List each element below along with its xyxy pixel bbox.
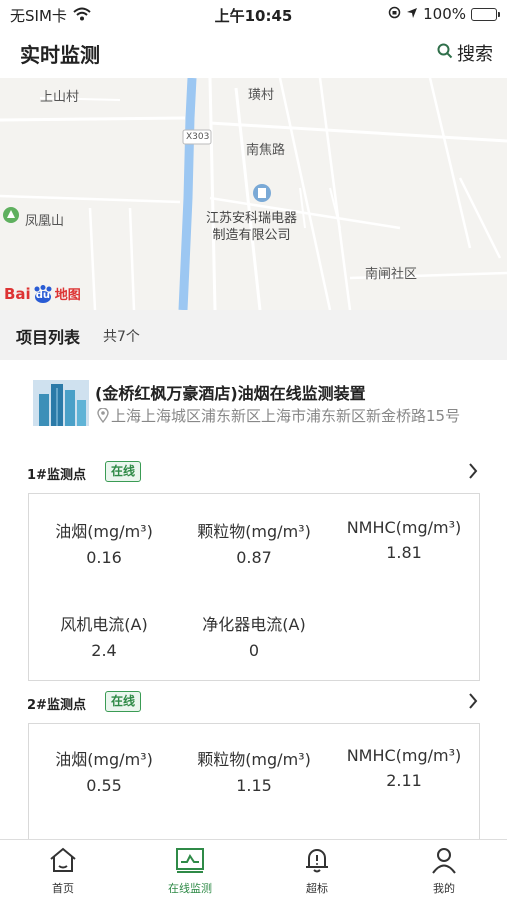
home-icon (0, 846, 126, 878)
metric-label: 油烟(mg/m³) (55, 522, 153, 541)
metric-label: NMHC(mg/m³) (346, 518, 462, 537)
project-list-header: 项目列表 共7个 (0, 310, 507, 360)
metric-value: 0.55 (86, 776, 122, 795)
metric-cell: NMHC(mg/m³) 1.81 (329, 518, 479, 562)
project-thumbnail (33, 380, 89, 426)
location-pin-icon (97, 407, 109, 430)
app-screen: 无SIM卡 上午10:45 100% 实时监测 搜索 上山村 璜村 X303 南… (0, 0, 507, 900)
tab-mine[interactable]: 我的 (381, 840, 507, 900)
metric-cell: 油烟(mg/m³) 0.16 (29, 518, 179, 567)
tab-exceed[interactable]: 超标 (254, 840, 380, 900)
orientation-lock-icon (388, 5, 401, 23)
metric-cell: 颗粒物(mg/m³) 1.15 (179, 746, 329, 795)
metric-cell: NMHC(mg/m³) 2.11 (329, 746, 479, 790)
metric-cell: 净化器电流(A) 0 (179, 611, 329, 660)
status-badge: 在线 (105, 691, 142, 712)
map-road-code: X303 (186, 132, 210, 142)
metric-label: 风机电流(A) (60, 615, 148, 634)
monitoring-point-row-2[interactable]: 2#监测点 在线 (27, 691, 482, 715)
battery-icon (471, 7, 500, 21)
search-label: 搜索 (457, 44, 493, 65)
metric-value: 2.4 (91, 641, 117, 660)
metrics-panel-1: 油烟(mg/m³) 0.16 颗粒物(mg/m³) 0.87 NMHC(mg/m… (28, 493, 480, 681)
search-button[interactable]: 搜索 (437, 40, 493, 66)
project-count: 共7个 (103, 329, 140, 345)
navigation-bar: 实时监测 搜索 (0, 30, 507, 78)
metric-value: 1.81 (386, 543, 422, 562)
project-address: 上海上海城区浦东新区上海市浦东新区新金桥路15号 (97, 405, 492, 430)
map-view[interactable]: 上山村 璜村 X303 南焦路 凤凰山 江苏安科瑞电器 制造有限公司 南闸社区 … (0, 78, 507, 310)
tab-label: 在线监测 (168, 882, 212, 895)
metric-cell: 风机电流(A) 2.4 (29, 611, 179, 660)
map-poi-company[interactable]: 江苏安科瑞电器 制造有限公司 (206, 210, 297, 244)
monitor-icon (127, 846, 253, 878)
baidu-paw-icon: du (32, 284, 54, 303)
monitoring-point-row-1[interactable]: 1#监测点 在线 (27, 461, 482, 485)
location-arrow-icon (406, 5, 418, 23)
alarm-bell-icon (254, 846, 380, 878)
baidu-map-logo: Bai du 地图 (4, 284, 81, 303)
project-name[interactable]: (金桥红枫万豪酒店)油烟在线监测装置 (95, 380, 366, 404)
monitoring-point-name: 2#监测点 (27, 698, 86, 713)
tab-label: 我的 (433, 882, 455, 895)
metric-cell: 颗粒物(mg/m³) 0.87 (179, 518, 329, 567)
status-badge: 在线 (105, 461, 142, 482)
status-bar: 无SIM卡 上午10:45 100% (0, 0, 507, 30)
battery-percent: 100% (423, 5, 466, 23)
chevron-right-icon[interactable] (468, 692, 478, 714)
metric-label: 颗粒物(mg/m³) (197, 522, 311, 541)
metric-value: 0.16 (86, 548, 122, 567)
metric-value: 0.87 (236, 548, 272, 567)
map-roads (0, 78, 507, 310)
metric-label: 油烟(mg/m³) (55, 750, 153, 769)
metric-cell: 油烟(mg/m³) 0.55 (29, 746, 179, 795)
project-list-title: 项目列表 (16, 328, 81, 347)
metric-label: 净化器电流(A) (202, 615, 306, 634)
metric-label: NMHC(mg/m³) (346, 746, 462, 765)
tab-home[interactable]: 首页 (0, 840, 126, 900)
search-icon (437, 43, 453, 64)
map-label-shangshancun: 上山村 (40, 90, 80, 105)
map-label-fenghuangshan: 凤凰山 (25, 214, 65, 229)
tab-label: 首页 (52, 882, 74, 895)
map-label-nanjiao-road: 南焦路 (246, 143, 286, 158)
map-label-huangcun: 璜村 (248, 88, 275, 103)
map-poi-line1: 江苏安科瑞电器 (206, 211, 298, 226)
metric-label: 颗粒物(mg/m³) (197, 750, 311, 769)
tab-label: 超标 (306, 882, 328, 895)
metric-value: 2.11 (386, 771, 422, 790)
page-title: 实时监测 (20, 43, 100, 67)
bottom-tab-bar: 首页 在线监测 超标 我的 (0, 839, 507, 900)
tab-online-monitoring[interactable]: 在线监测 (127, 840, 253, 900)
project-address-text: 上海上海城区浦东新区上海市浦东新区新金桥路15号 (111, 407, 461, 425)
metric-value: 1.15 (236, 776, 272, 795)
monitoring-point-name: 1#监测点 (27, 468, 86, 483)
map-poi-line2: 制造有限公司 (212, 228, 291, 243)
chevron-right-icon[interactable] (468, 462, 478, 484)
metric-value: 0 (248, 641, 260, 660)
map-label-nanzha-community: 南闸社区 (365, 267, 418, 282)
user-icon (381, 846, 507, 878)
